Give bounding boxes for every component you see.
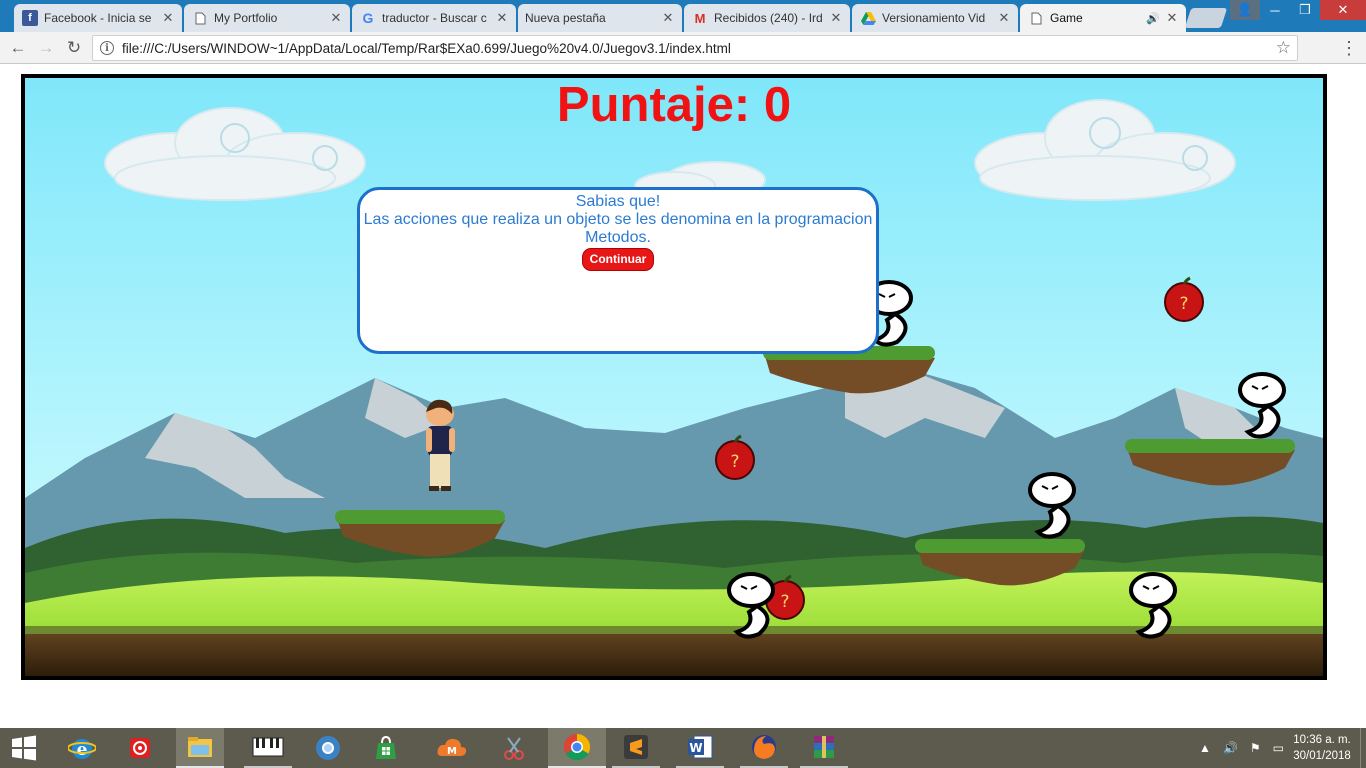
- chrome-icon[interactable]: [548, 728, 606, 768]
- tab-title: Recibidos (240) - Ird: [714, 11, 823, 25]
- close-icon[interactable]: ✕: [662, 10, 674, 26]
- internet-explorer-icon[interactable]: e: [58, 728, 106, 768]
- window-controls: 👤 ─ ❐ ✕: [1230, 0, 1366, 22]
- tab-title: My Portfolio: [214, 11, 278, 25]
- system-tray: ▲ 🔊 ⚑ ▭ 10:36 a. m. 30/01/2018: [1193, 728, 1366, 768]
- clock-time: 10:36 a. m.: [1293, 734, 1351, 746]
- user-profile-icon[interactable]: 👤: [1230, 0, 1260, 20]
- score-display: Puntaje: 0: [556, 78, 792, 132]
- chevron-up-icon[interactable]: ▲: [1199, 741, 1211, 755]
- back-arrow-icon[interactable]: ←: [8, 38, 28, 58]
- mega-cloud-icon[interactable]: M: [428, 728, 476, 768]
- tab-title: traductor - Buscar c: [382, 11, 487, 25]
- continue-button[interactable]: Continuar: [581, 248, 655, 271]
- tab-gmail[interactable]: M Recibidos (240) - Ird ✕: [684, 4, 850, 32]
- new-tab-button[interactable]: [1184, 8, 1228, 28]
- fact-dialog: Sabias que! Las acciones que realiza un …: [357, 187, 879, 354]
- winrar-icon[interactable]: [800, 728, 848, 768]
- gmail-icon: M: [694, 10, 706, 26]
- tab-title: Nueva pestaña: [525, 11, 606, 25]
- snipping-tool-icon[interactable]: [490, 728, 538, 768]
- svg-text:?: ?: [780, 592, 789, 612]
- file-explorer-icon[interactable]: [176, 728, 224, 768]
- firefox-icon[interactable]: [740, 728, 788, 768]
- svg-text:M: M: [447, 746, 457, 757]
- action-flag-icon[interactable]: ⚑: [1250, 741, 1261, 755]
- clock[interactable]: 10:36 a. m. 30/01/2018: [1290, 732, 1354, 764]
- minimize-button[interactable]: ─: [1260, 0, 1290, 20]
- tab-versionamiento[interactable]: Versionamiento Vid ✕: [852, 4, 1018, 32]
- store-icon[interactable]: [362, 728, 410, 768]
- tab-game[interactable]: Game 🔊 ✕: [1020, 4, 1186, 32]
- chrome-menu-icon[interactable]: ⋮: [1340, 38, 1358, 59]
- network-icon[interactable]: ▭: [1273, 741, 1284, 755]
- clock-date: 30/01/2018: [1293, 750, 1351, 762]
- tab-facebook[interactable]: f Facebook - Inicia se ✕: [14, 4, 182, 32]
- tab-nueva-pestana[interactable]: Nueva pestaña ✕: [518, 4, 682, 32]
- volume-icon[interactable]: 🔊: [1223, 741, 1238, 755]
- close-icon[interactable]: ✕: [162, 10, 174, 26]
- dialog-heading: Sabias que!: [575, 193, 661, 210]
- close-window-button[interactable]: ✕: [1320, 0, 1366, 20]
- restore-button[interactable]: ❐: [1290, 0, 1320, 20]
- url-text[interactable]: file:///C:/Users/WINDOW~1/AppData/Local/…: [122, 41, 1276, 56]
- browser-tab-strip: f Facebook - Inicia se ✕ My Portfolio ✕ …: [0, 0, 1366, 32]
- svg-text:?: ?: [730, 452, 739, 472]
- forward-arrow-icon[interactable]: →: [36, 38, 56, 58]
- browser-toolbar: ← → ↻ i file:///C:/Users/WINDOW~1/AppDat…: [0, 32, 1366, 64]
- address-bar[interactable]: i file:///C:/Users/WINDOW~1/AppData/Loca…: [92, 35, 1298, 61]
- piano-app-icon[interactable]: [244, 728, 292, 768]
- game-canvas[interactable]: ? ? ? Puntaje: 0 Sabias que! Las accione…: [21, 74, 1327, 680]
- svg-text:?: ?: [1179, 294, 1188, 314]
- close-icon[interactable]: ✕: [998, 10, 1010, 26]
- show-desktop-button[interactable]: [1360, 728, 1366, 768]
- sublime-text-icon[interactable]: [612, 728, 660, 768]
- drive-icon: [860, 10, 876, 26]
- word-icon[interactable]: W: [676, 728, 724, 768]
- facebook-icon: f: [22, 10, 38, 26]
- info-icon[interactable]: i: [100, 41, 114, 55]
- close-icon[interactable]: ✕: [496, 10, 508, 26]
- tab-traductor[interactable]: G traductor - Buscar c ✕: [352, 4, 516, 32]
- page-icon: [192, 10, 208, 26]
- close-icon[interactable]: ✕: [830, 10, 842, 26]
- speaker-icon[interactable]: 🔊: [1146, 12, 1160, 25]
- dialog-message: Las acciones que realiza un objeto se le…: [363, 211, 873, 246]
- svg-text:W: W: [689, 741, 702, 755]
- tab-title: Facebook - Inicia se: [44, 11, 152, 25]
- page-icon: [1028, 10, 1044, 26]
- game-background: ? ? ?: [25, 78, 1323, 676]
- windows-taskbar: e M W ▲ 🔊 ⚑ ▭ 10:36 a. m. 30/01/2018: [0, 728, 1366, 768]
- reload-icon[interactable]: ↻: [64, 38, 84, 58]
- tab-title: Versionamiento Vid: [882, 11, 986, 25]
- windows-start-icon[interactable]: [0, 728, 48, 768]
- tab-title: Game: [1050, 11, 1083, 25]
- tab-my-portfolio[interactable]: My Portfolio ✕: [184, 4, 350, 32]
- google-icon: G: [362, 10, 374, 26]
- close-icon[interactable]: ✕: [330, 10, 342, 26]
- bookmark-star-icon[interactable]: ☆: [1276, 38, 1291, 58]
- media-player-icon[interactable]: [116, 728, 164, 768]
- chrome-canary-icon[interactable]: [304, 728, 352, 768]
- close-icon[interactable]: ✕: [1166, 10, 1178, 26]
